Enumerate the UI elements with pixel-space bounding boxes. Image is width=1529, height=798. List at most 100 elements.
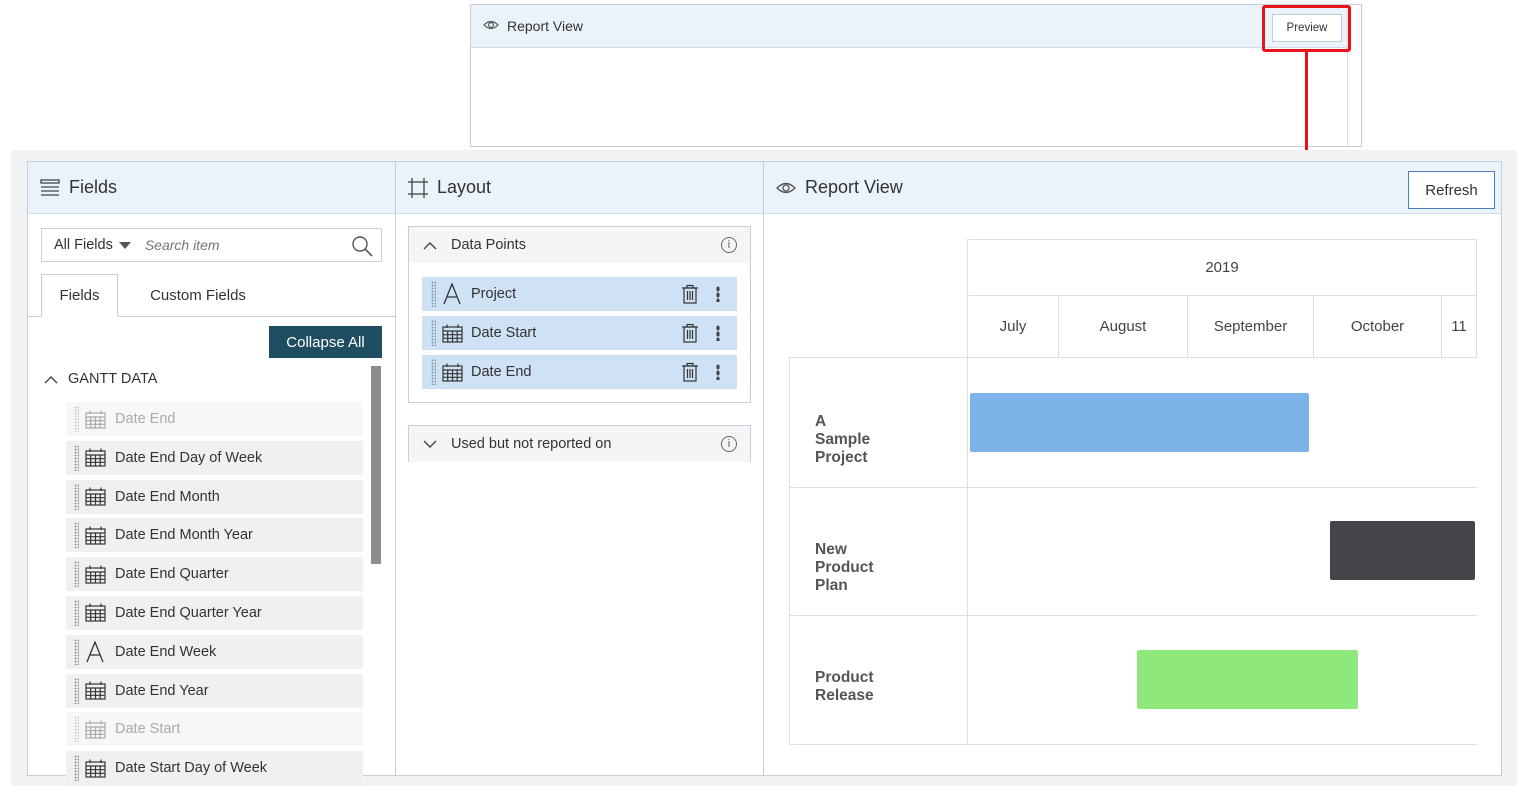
collapse-all-button[interactable]: Collapse All xyxy=(269,326,382,358)
report-header: Report View Refresh xyxy=(764,162,1501,214)
calendar-icon xyxy=(442,363,464,382)
tab-custom-fields[interactable]: Custom Fields xyxy=(123,274,273,317)
gantt-row-label: Product Release xyxy=(815,669,874,704)
field-filter-dropdown[interactable]: All Fields xyxy=(42,237,131,253)
gantt-grid-line xyxy=(789,615,1477,616)
fields-tabs: Fields Custom Fields xyxy=(28,274,395,317)
gantt-bar[interactable] xyxy=(970,393,1309,452)
tab-fields[interactable]: Fields xyxy=(41,274,118,317)
field-search: All Fields xyxy=(41,228,382,262)
gantt-grid-line xyxy=(789,487,1477,488)
mini-report-header: Report View xyxy=(471,5,1361,48)
unused-label: Used but not reported on xyxy=(451,436,612,452)
drag-handle-icon[interactable] xyxy=(74,755,79,782)
mini-report-title: Report View xyxy=(507,18,584,34)
gantt-bar[interactable] xyxy=(1329,521,1475,580)
trash-icon[interactable] xyxy=(681,284,699,308)
drag-handle-icon[interactable] xyxy=(74,522,79,549)
field-label: Date End Quarter xyxy=(115,566,229,583)
unused-section: Used but not reported on i xyxy=(408,425,751,462)
gantt-grid-line xyxy=(967,357,968,745)
text-icon xyxy=(442,283,464,305)
more-options-icon[interactable] xyxy=(716,364,720,380)
list-item[interactable]: Date Start xyxy=(66,712,363,747)
more-options-icon[interactable] xyxy=(716,325,720,341)
fields-title: Fields xyxy=(69,177,118,197)
data-point-label: Date End xyxy=(471,364,532,380)
data-point-label: Date Start xyxy=(471,325,537,341)
unused-toggle[interactable]: Used but not reported on i xyxy=(409,426,750,462)
list-item[interactable]: Date End Year xyxy=(66,673,363,708)
drag-handle-icon[interactable] xyxy=(74,638,79,665)
drag-handle-icon[interactable] xyxy=(74,599,79,626)
field-label: Date Start Day of Week xyxy=(115,760,268,777)
field-label: Date End xyxy=(115,411,176,427)
list-item[interactable]: Date End Week xyxy=(66,634,363,669)
field-list: Date End Date End Day of Week Date End M… xyxy=(66,402,363,790)
scrollbar-thumb[interactable] xyxy=(371,366,381,564)
month-header: October xyxy=(1313,295,1442,358)
list-item[interactable]: Date End Quarter xyxy=(66,557,363,592)
trash-icon[interactable] xyxy=(681,362,699,386)
year-header: 2019 xyxy=(967,239,1477,296)
eye-icon xyxy=(483,18,499,34)
field-label: Date End Quarter Year xyxy=(115,604,262,621)
search-input[interactable] xyxy=(144,237,335,253)
gantt-grid-line xyxy=(789,357,790,745)
drag-handle-icon[interactable] xyxy=(74,561,79,588)
data-point-item[interactable]: Project xyxy=(422,277,737,311)
data-points-section: Data Points i Project Date Start Date En… xyxy=(408,226,751,403)
trash-icon[interactable] xyxy=(681,323,699,347)
drag-handle-icon[interactable] xyxy=(74,483,79,510)
gantt-bar[interactable] xyxy=(1137,650,1359,709)
drag-handle-icon[interactable] xyxy=(431,359,436,385)
list-item[interactable]: Date Start Day of Week xyxy=(66,751,363,786)
layout-panel: Layout Data Points i Project Date Start … xyxy=(395,161,764,776)
calendar-icon xyxy=(85,603,107,623)
calendar-icon xyxy=(85,565,107,584)
group-toggle[interactable]: GANTT DATA xyxy=(44,371,157,387)
list-item[interactable]: Date End xyxy=(66,402,363,436)
layout-frame-icon xyxy=(408,177,428,198)
calendar-icon xyxy=(85,448,107,467)
field-label: Date End Week xyxy=(115,643,217,660)
field-label: Date End Day of Week xyxy=(115,449,263,466)
data-point-item[interactable]: Date Start xyxy=(422,316,737,350)
layout-title: Layout xyxy=(437,177,492,197)
report-panel: Report View Refresh 2019 July August Sep… xyxy=(763,161,1502,776)
caret-down-icon xyxy=(118,241,131,249)
calendar-icon xyxy=(85,526,107,545)
drag-handle-icon[interactable] xyxy=(74,716,79,743)
data-points-label: Data Points xyxy=(451,237,526,253)
list-item[interactable]: Date End Month xyxy=(66,479,363,514)
data-points-toggle[interactable]: Data Points i xyxy=(409,227,750,263)
month-header: 11 xyxy=(1441,295,1477,358)
gantt-grid-line xyxy=(789,357,1477,358)
more-options-icon[interactable] xyxy=(716,286,720,302)
list-item[interactable]: Date End Month Year xyxy=(66,518,363,553)
list-item[interactable]: Date End Day of Week xyxy=(66,440,363,475)
preview-highlight: Preview xyxy=(1262,5,1351,52)
drag-handle-icon[interactable] xyxy=(74,677,79,704)
data-point-label: Project xyxy=(471,286,517,302)
info-icon[interactable]: i xyxy=(721,436,737,452)
preview-button[interactable]: Preview xyxy=(1272,14,1342,42)
field-label: Date End Month Year xyxy=(115,527,253,544)
drag-handle-icon[interactable] xyxy=(74,444,79,471)
list-item[interactable]: Date End Quarter Year xyxy=(66,595,363,630)
gantt-grid-line xyxy=(789,744,1477,745)
drag-handle-icon[interactable] xyxy=(431,320,436,346)
gantt-row-label: A Sample Project xyxy=(815,413,871,466)
info-icon[interactable]: i xyxy=(721,237,737,253)
drag-handle-icon[interactable] xyxy=(74,406,79,432)
mini-report-view: Report View xyxy=(470,4,1362,147)
month-header: July xyxy=(967,295,1059,358)
calendar-icon xyxy=(85,720,107,739)
field-filter-label: All Fields xyxy=(54,237,113,253)
search-icon[interactable] xyxy=(351,235,373,262)
data-point-item[interactable]: Date End xyxy=(422,355,737,389)
drag-handle-icon[interactable] xyxy=(431,281,436,307)
refresh-button[interactable]: Refresh xyxy=(1408,171,1495,209)
group-label: GANTT DATA xyxy=(68,371,158,387)
arrow-line xyxy=(1305,52,1308,164)
